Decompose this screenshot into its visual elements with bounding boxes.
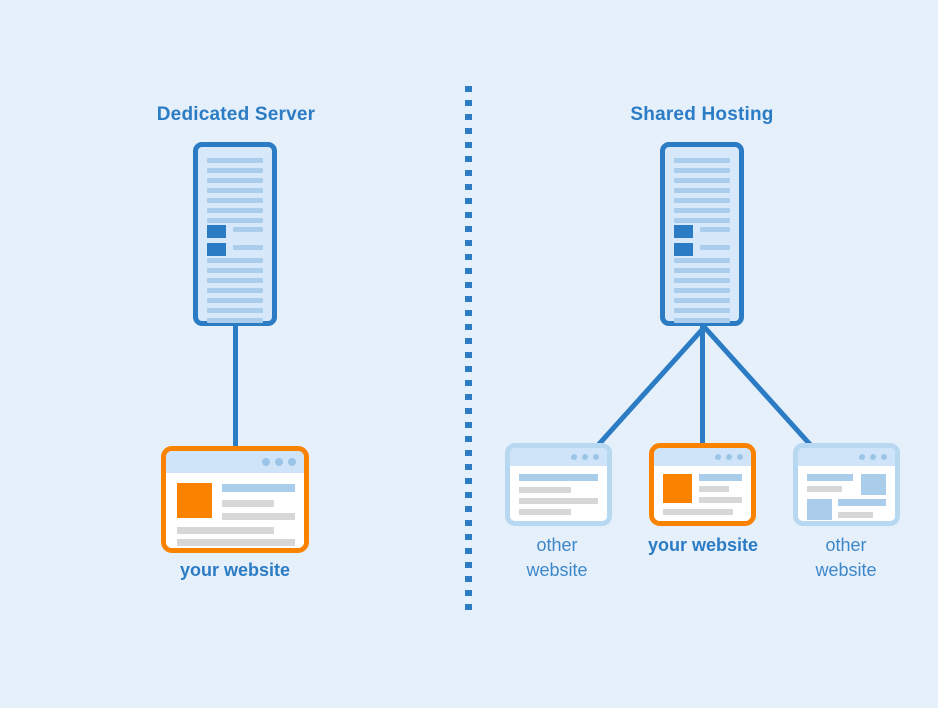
server-led-indicator <box>207 225 226 238</box>
card-text-line <box>807 486 842 492</box>
window-dot-icon <box>870 454 876 460</box>
card-content <box>798 466 895 521</box>
card-text-line <box>838 512 873 518</box>
connector-shared-to-your-website <box>700 326 705 450</box>
card-text-line <box>699 486 729 492</box>
card-text-line <box>222 513 295 520</box>
card-text-line <box>699 497 742 503</box>
vertical-dashed-divider <box>465 86 472 618</box>
card-content <box>510 466 607 521</box>
window-dot-icon <box>275 458 283 466</box>
caption-your-website-shared: your website <box>647 535 759 555</box>
connector-shared-to-other-website-right <box>700 322 825 460</box>
card-heading-line <box>807 474 853 481</box>
card-image-placeholder <box>177 483 212 518</box>
card-content <box>166 473 304 548</box>
server-led-indicator <box>674 225 693 238</box>
card-image-placeholder <box>663 474 692 503</box>
dedicated-server-title: Dedicated Server <box>156 104 316 125</box>
server-led-indicator <box>674 243 693 256</box>
card-text-line <box>177 551 274 553</box>
caption-other-website-left: other website <box>526 535 588 580</box>
window-dot-icon <box>737 454 743 460</box>
card-text-line <box>177 539 295 546</box>
card-content <box>654 466 751 521</box>
caption-other-website-right: other website <box>815 535 877 580</box>
card-title-bar <box>654 448 751 466</box>
window-dots <box>715 454 743 460</box>
window-dot-icon <box>593 454 599 460</box>
window-dot-icon <box>726 454 732 460</box>
card-title-bar <box>166 451 304 473</box>
window-dot-icon <box>715 454 721 460</box>
card-text-line <box>519 487 571 493</box>
card-text-line <box>519 509 571 515</box>
card-heading-line <box>699 474 742 481</box>
window-dot-icon <box>262 458 270 466</box>
window-dot-icon <box>288 458 296 466</box>
card-heading-line <box>519 474 598 481</box>
card-text-line <box>222 500 274 507</box>
card-text-line <box>519 498 598 504</box>
website-card-other-website-left[interactable] <box>505 443 612 526</box>
window-dots <box>859 454 887 460</box>
card-image-placeholder <box>807 499 832 520</box>
window-dot-icon <box>859 454 865 460</box>
shared-hosting-title: Shared Hosting <box>630 104 774 125</box>
card-image-placeholder <box>861 474 886 495</box>
card-title-bar <box>798 448 895 466</box>
connector-dedicated-to-website <box>233 326 238 450</box>
window-dot-icon <box>571 454 577 460</box>
caption-your-website-dedicated: your website <box>179 560 291 580</box>
window-dots <box>262 458 296 466</box>
website-card-your-website-dedicated[interactable] <box>161 446 309 553</box>
shared-server-tower <box>660 142 744 326</box>
website-card-your-website-shared[interactable] <box>649 443 756 526</box>
card-text-line <box>177 527 274 534</box>
window-dots <box>571 454 599 460</box>
card-text-line <box>663 509 733 515</box>
website-card-other-website-right[interactable] <box>793 443 900 526</box>
card-title-bar <box>510 448 607 466</box>
server-led-indicator <box>207 243 226 256</box>
card-heading-line <box>222 484 295 492</box>
dedicated-server-tower <box>193 142 277 326</box>
diagram-canvas: Dedicated Server Shared Hosting your web… <box>0 0 938 708</box>
window-dot-icon <box>881 454 887 460</box>
card-heading-line <box>838 499 886 506</box>
window-dot-icon <box>582 454 588 460</box>
